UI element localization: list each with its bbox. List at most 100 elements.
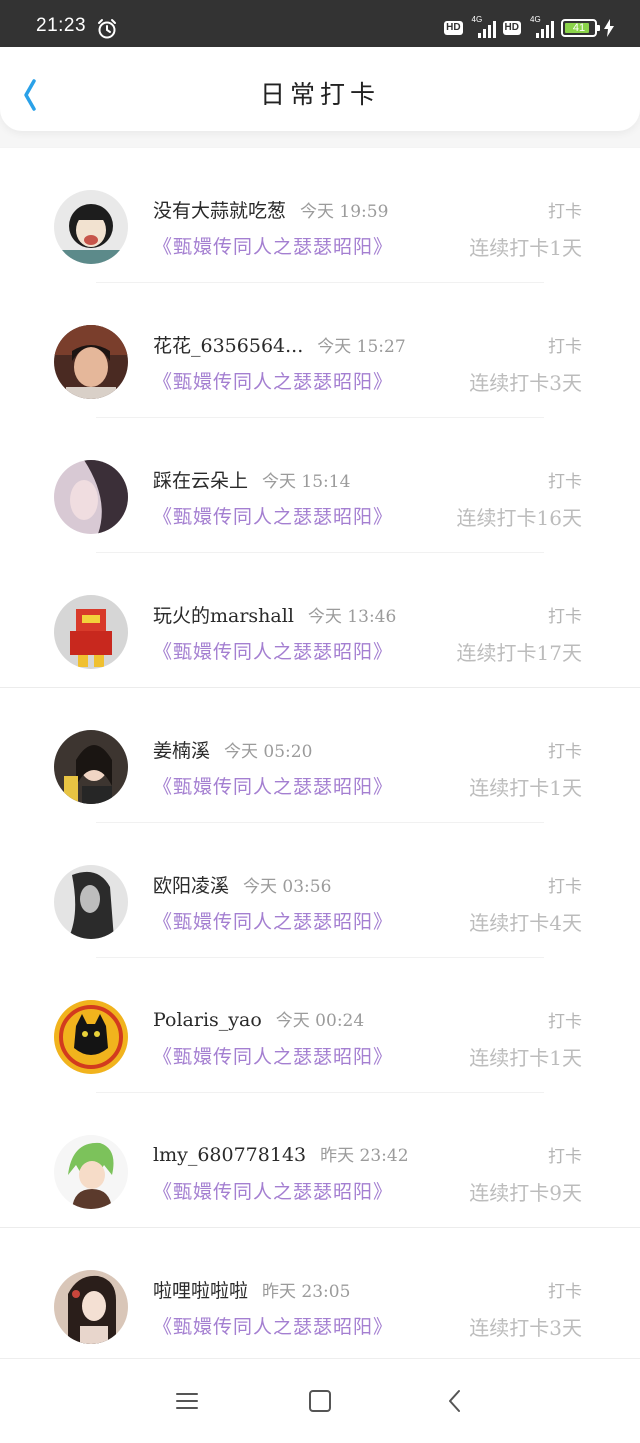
battery-level: 41	[572, 22, 586, 34]
list-item[interactable]: 没有大蒜就吃葱 今天 19:59 打卡 《甄嬛传同人之瑟瑟昭阳》 连续打卡1天	[0, 148, 640, 283]
streak-count: 连续打卡1天	[469, 1046, 582, 1070]
checkin-time: 昨天 23:42	[320, 1146, 409, 1166]
battery-icon: 41	[561, 19, 600, 37]
signal-icon: 4G	[470, 15, 496, 38]
avatar-image	[54, 1000, 128, 1074]
streak-count: 连续打卡3天	[469, 371, 582, 395]
name-line: 欧阳凌溪 今天 03:56	[153, 871, 331, 898]
action-label: 打卡	[548, 877, 582, 897]
book-title-link[interactable]: 《甄嬛传同人之瑟瑟昭阳》	[153, 1312, 393, 1339]
status-time: 21:23	[36, 15, 87, 36]
checkin-list: 没有大蒜就吃葱 今天 19:59 打卡 《甄嬛传同人之瑟瑟昭阳》 连续打卡1天 …	[0, 148, 640, 1363]
avatar-image	[54, 190, 128, 264]
list-item[interactable]: 玩火的marshall 今天 13:46 打卡 《甄嬛传同人之瑟瑟昭阳》 连续打…	[0, 553, 640, 688]
action-label: 打卡	[548, 607, 582, 627]
streak-count: 连续打卡17天	[456, 641, 582, 665]
avatar-image	[54, 1270, 128, 1344]
list-item[interactable]: lmy_680778143 昨天 23:42 打卡 《甄嬛传同人之瑟瑟昭阳》 连…	[0, 1093, 640, 1228]
avatar[interactable]	[54, 1135, 128, 1209]
user-name[interactable]: Polaris_yao	[153, 1009, 262, 1031]
page-title: 日常打卡	[259, 80, 380, 109]
list-item[interactable]: 啦哩啦啦啦 昨天 23:05 打卡 《甄嬛传同人之瑟瑟昭阳》 连续打卡3天	[0, 1228, 640, 1363]
book-title-link[interactable]: 《甄嬛传同人之瑟瑟昭阳》	[153, 772, 393, 799]
book-title-link[interactable]: 《甄嬛传同人之瑟瑟昭阳》	[153, 502, 393, 529]
avatar-image	[54, 1135, 128, 1209]
avatar[interactable]	[54, 460, 128, 534]
streak-count: 连续打卡3天	[469, 1316, 582, 1340]
checkin-time: 今天 00:24	[275, 1011, 365, 1031]
name-line: 踩在云朵上 今天 15:14	[153, 466, 350, 493]
book-title-link[interactable]: 《甄嬛传同人之瑟瑟昭阳》	[153, 907, 393, 934]
list-item[interactable]: 踩在云朵上 今天 15:14 打卡 《甄嬛传同人之瑟瑟昭阳》 连续打卡16天	[0, 418, 640, 553]
list-item[interactable]: 姜楠溪 今天 05:20 打卡 《甄嬛传同人之瑟瑟昭阳》 连续打卡1天	[0, 688, 640, 823]
checkin-time: 昨天 23:05	[262, 1282, 351, 1302]
avatar-image	[54, 460, 128, 534]
charging-bolt-icon	[604, 19, 614, 37]
avatar[interactable]	[54, 730, 128, 804]
menu-icon	[176, 1393, 198, 1409]
user-name[interactable]: 没有大蒜就吃葱	[153, 196, 286, 223]
list-item[interactable]: Polaris_yao 今天 00:24 打卡 《甄嬛传同人之瑟瑟昭阳》 连续打…	[0, 958, 640, 1093]
name-line: Polaris_yao 今天 00:24	[153, 1006, 364, 1031]
checkin-time: 今天 19:59	[300, 202, 389, 222]
book-title-link[interactable]: 《甄嬛传同人之瑟瑟昭阳》	[153, 232, 393, 259]
name-line: 玩火的marshall 今天 13:46	[153, 601, 396, 628]
checkin-time: 今天 15:14	[262, 472, 351, 492]
avatar-image	[54, 325, 128, 399]
user-name[interactable]: 姜楠溪	[153, 736, 210, 763]
alarm-clock-icon	[98, 19, 116, 39]
header-card: 日常打卡	[0, 47, 640, 131]
menu-button[interactable]	[172, 1386, 202, 1416]
user-name[interactable]: lmy_680778143	[153, 1144, 306, 1166]
avatar[interactable]	[54, 325, 128, 399]
book-title-link[interactable]: 《甄嬛传同人之瑟瑟昭阳》	[153, 637, 393, 664]
streak-count: 连续打卡9天	[469, 1181, 582, 1205]
user-name[interactable]: 花花_6356564...	[153, 331, 303, 358]
header: 日常打卡	[0, 47, 640, 147]
book-title-link[interactable]: 《甄嬛传同人之瑟瑟昭阳》	[153, 1177, 393, 1204]
action-label: 打卡	[548, 742, 582, 762]
avatar-image	[54, 595, 128, 669]
avatar[interactable]	[54, 595, 128, 669]
status-bar: 21:23 HD 4G HD 4G 41	[0, 0, 640, 47]
system-back-button[interactable]	[440, 1386, 470, 1416]
status-indicators: HD 4G HD 4G 41	[444, 15, 614, 39]
checkin-time: 今天 13:46	[307, 607, 397, 627]
hd-badge: HD	[444, 21, 463, 35]
square-home-icon	[309, 1390, 331, 1412]
book-title-link[interactable]: 《甄嬛传同人之瑟瑟昭阳》	[153, 1042, 393, 1069]
action-label: 打卡	[548, 472, 582, 492]
checkin-time: 今天 15:27	[317, 337, 406, 357]
avatar-image	[54, 730, 128, 804]
name-line: 没有大蒜就吃葱 今天 19:59	[153, 196, 388, 223]
list-item[interactable]: 花花_6356564... 今天 15:27 打卡 《甄嬛传同人之瑟瑟昭阳》 连…	[0, 283, 640, 418]
avatar-image	[54, 865, 128, 939]
user-name[interactable]: 玩火的marshall	[153, 601, 294, 628]
action-label: 打卡	[548, 1147, 582, 1167]
avatar[interactable]	[54, 1270, 128, 1344]
name-line: lmy_680778143 昨天 23:42	[153, 1141, 409, 1166]
book-title-link[interactable]: 《甄嬛传同人之瑟瑟昭阳》	[153, 367, 393, 394]
action-label: 打卡	[548, 1282, 582, 1302]
user-name[interactable]: 欧阳凌溪	[153, 871, 229, 898]
user-name[interactable]: 踩在云朵上	[153, 466, 248, 493]
signal-icon-2: 4G	[528, 15, 554, 38]
avatar[interactable]	[54, 190, 128, 264]
home-button[interactable]	[305, 1386, 335, 1416]
hd-badge-2: HD	[502, 21, 521, 35]
avatar[interactable]	[54, 865, 128, 939]
streak-count: 连续打卡16天	[456, 506, 582, 530]
action-label: 打卡	[548, 337, 582, 357]
action-label: 打卡	[548, 202, 582, 222]
action-label: 打卡	[548, 1012, 582, 1032]
name-line: 啦哩啦啦啦 昨天 23:05	[153, 1276, 350, 1303]
list-item[interactable]: 欧阳凌溪 今天 03:56 打卡 《甄嬛传同人之瑟瑟昭阳》 连续打卡4天	[0, 823, 640, 958]
name-line: 姜楠溪 今天 05:20	[153, 736, 312, 763]
avatar[interactable]	[54, 1000, 128, 1074]
triangle-back-icon	[449, 1390, 460, 1412]
user-name[interactable]: 啦哩啦啦啦	[153, 1276, 248, 1303]
streak-count: 连续打卡1天	[469, 776, 582, 800]
streak-count: 连续打卡1天	[469, 236, 582, 260]
system-nav-bar	[0, 1358, 640, 1443]
checkin-time: 今天 05:20	[224, 742, 313, 762]
